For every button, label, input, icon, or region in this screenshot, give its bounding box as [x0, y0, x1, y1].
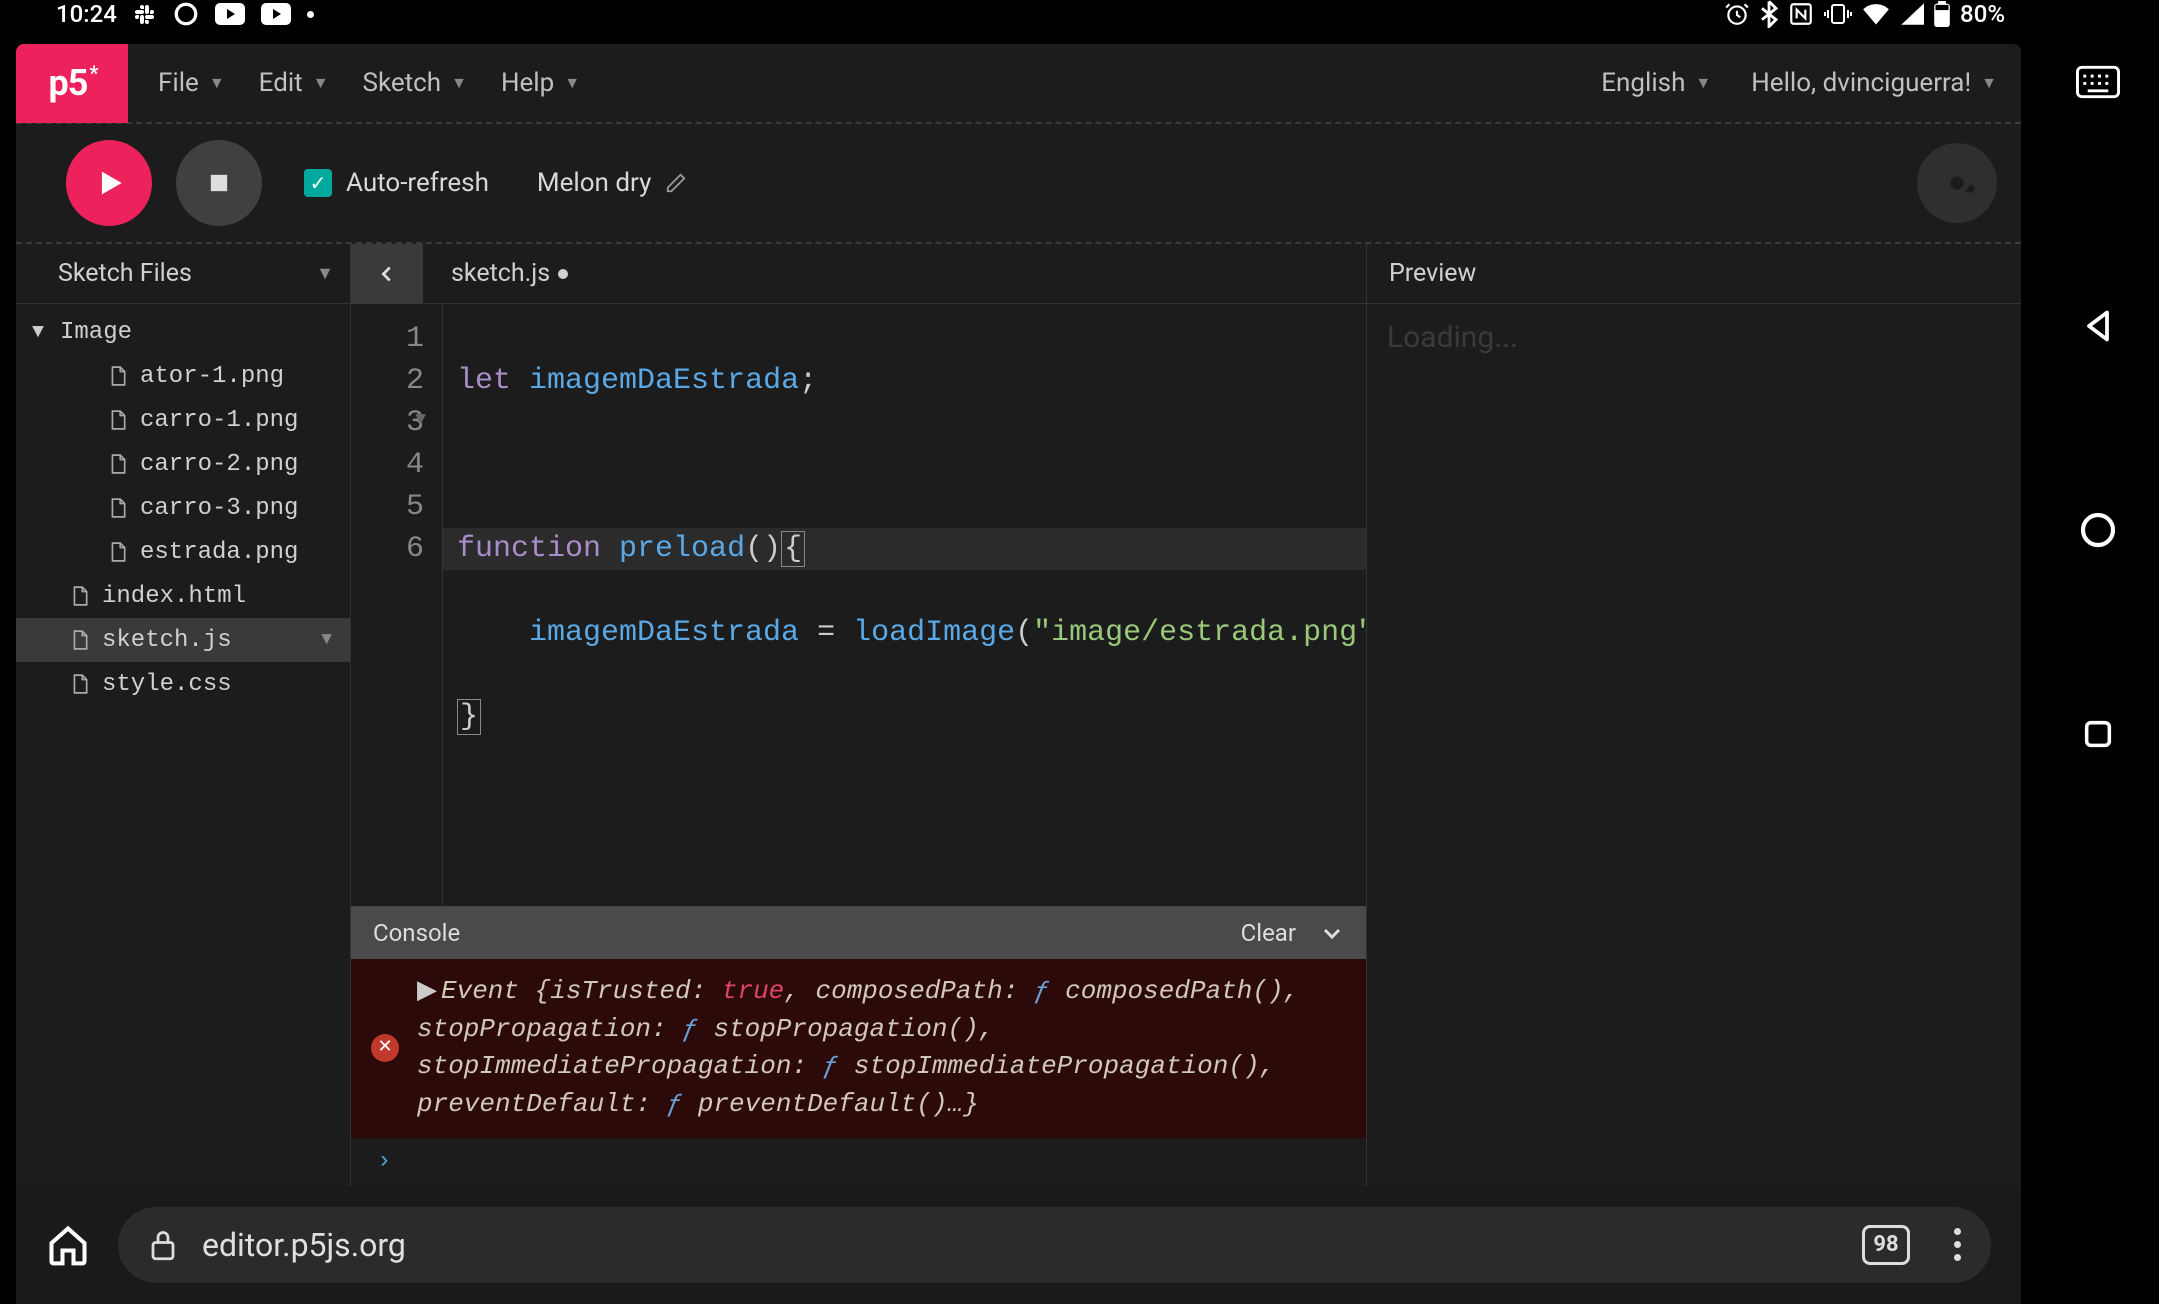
play-button[interactable]	[66, 140, 152, 226]
unsaved-indicator-icon	[558, 269, 568, 279]
caret-down-icon: ▼	[316, 263, 334, 284]
auto-refresh-toggle[interactable]: ✓ Auto-refresh	[304, 168, 489, 198]
file-icon	[110, 498, 130, 518]
caret-down-icon: ▼	[209, 73, 225, 93]
code-body[interactable]: let imagemDaEstrada; function preload(){…	[443, 304, 1366, 906]
settings-button[interactable]	[1917, 143, 1997, 223]
caret-down-icon: ▼	[564, 73, 580, 93]
keyboard-icon[interactable]	[2076, 60, 2120, 104]
p5-logo[interactable]: p5*	[16, 44, 128, 123]
youtube-icon-2	[261, 3, 291, 25]
home-button[interactable]	[2076, 508, 2120, 552]
lock-icon	[148, 1227, 178, 1263]
wifi-icon	[1862, 3, 1890, 25]
url-text: editor.p5js.org	[202, 1226, 406, 1264]
cell-signal-icon	[1900, 3, 1924, 25]
editor-column: sketch.js 1 2 3▼ 4 5 6 let	[351, 244, 1367, 1186]
folder-image[interactable]: ▼ Image	[16, 310, 350, 354]
file-icon	[110, 542, 130, 562]
line-gutter: 1 2 3▼ 4 5 6	[351, 304, 443, 906]
error-icon: ✕	[371, 1034, 399, 1062]
menu-edit[interactable]: Edit▼	[259, 68, 329, 98]
slack-icon	[133, 2, 157, 26]
code-editor[interactable]: 1 2 3▼ 4 5 6 let imagemDaEstrada; functi…	[351, 304, 1366, 906]
tab-sketchjs[interactable]: sketch.js	[423, 244, 596, 303]
folder-open-icon: ▼	[32, 321, 44, 344]
tabbar: sketch.js	[351, 244, 1366, 304]
menu-help[interactable]: Help▼	[501, 68, 580, 98]
menu-file[interactable]: File▼	[158, 68, 225, 98]
collapse-sidebar-button[interactable]	[351, 244, 423, 304]
fold-icon[interactable]: ▼	[415, 408, 426, 433]
file-index[interactable]: index.html	[16, 574, 350, 618]
file-estrada[interactable]: estrada.png	[16, 530, 350, 574]
expand-icon[interactable]: ▶	[417, 976, 437, 1006]
file-carro3[interactable]: carro-3.png	[16, 486, 350, 530]
bluetooth-icon	[1760, 0, 1778, 28]
file-icon	[72, 630, 92, 650]
circle-icon	[173, 1, 199, 27]
android-status-bar: 10:24	[0, 0, 2037, 28]
file-tree: ▼ Image ator-1.png carro-1.png	[16, 304, 350, 1186]
dot-indicator-icon	[307, 11, 314, 18]
preview-panel: Preview Loading...	[1367, 244, 2021, 1186]
file-icon	[110, 366, 130, 386]
file-icon	[72, 586, 92, 606]
toolbar: ✓ Auto-refresh Melon dry	[16, 124, 2021, 244]
file-icon	[110, 410, 130, 430]
menu-sketch[interactable]: Sketch▼	[363, 68, 467, 98]
caret-down-icon: ▼	[313, 73, 329, 93]
android-nav-rail	[2037, 0, 2159, 1080]
sidebar-header[interactable]: Sketch Files ▼	[16, 244, 350, 304]
chevron-down-icon[interactable]	[1320, 921, 1344, 945]
sketch-name[interactable]: Melon dry	[537, 168, 687, 198]
file-icon	[72, 674, 92, 694]
url-bar[interactable]: editor.p5js.org 98	[118, 1207, 1991, 1283]
user-menu[interactable]: Hello, dvinciguerra!▼	[1751, 68, 1997, 98]
battery-icon	[1934, 1, 1950, 27]
sidebar: Sketch Files ▼ ▼ Image ator-1.png	[16, 244, 351, 1186]
back-button[interactable]	[2076, 304, 2120, 348]
recents-button[interactable]	[2076, 712, 2120, 756]
file-icon	[110, 454, 130, 474]
caret-down-icon: ▼	[1981, 73, 1997, 93]
pencil-icon	[665, 172, 687, 194]
caret-down-icon: ▼	[451, 73, 467, 93]
console-clear-button[interactable]: Clear	[1241, 919, 1296, 947]
menubar: p5* File▼ Edit▼ Sketch▼ Help▼	[16, 44, 2021, 124]
battery-percent: 80%	[1960, 0, 2005, 28]
console: Console Clear ✕ ▶Event {isTrus	[351, 906, 1366, 1186]
console-header: Console Clear	[351, 907, 1366, 959]
home-icon[interactable]	[46, 1223, 90, 1267]
caret-down-icon: ▼	[321, 630, 332, 650]
checkbox-checked-icon: ✓	[304, 169, 332, 197]
console-message: ✕ ▶Event {isTrusted: true, composedPath:…	[351, 959, 1366, 1138]
console-input[interactable]: ›	[351, 1138, 1366, 1186]
status-time: 10:24	[56, 0, 117, 28]
browser-menu-button[interactable]	[1954, 1228, 1961, 1261]
caret-down-icon: ▼	[1695, 73, 1711, 93]
nfc-icon	[1788, 1, 1814, 27]
preview-body: Loading...	[1367, 304, 2021, 1186]
file-ator1[interactable]: ator-1.png	[16, 354, 350, 398]
file-stylecss[interactable]: style.css	[16, 662, 350, 706]
vibrate-icon	[1824, 2, 1852, 26]
file-carro1[interactable]: carro-1.png	[16, 398, 350, 442]
file-carro2[interactable]: carro-2.png	[16, 442, 350, 486]
file-sketchjs[interactable]: sketch.js ▼	[16, 618, 350, 662]
alarm-icon	[1724, 1, 1750, 27]
stop-button[interactable]	[176, 140, 262, 226]
p5-editor-app: p5* File▼ Edit▼ Sketch▼ Help▼	[16, 44, 2021, 1186]
preview-header: Preview	[1367, 244, 2021, 304]
tab-count-button[interactable]: 98	[1862, 1225, 1910, 1265]
youtube-icon	[215, 3, 245, 25]
language-selector[interactable]: English▼	[1601, 68, 1711, 98]
browser-bar: editor.p5js.org 98	[16, 1186, 2021, 1304]
